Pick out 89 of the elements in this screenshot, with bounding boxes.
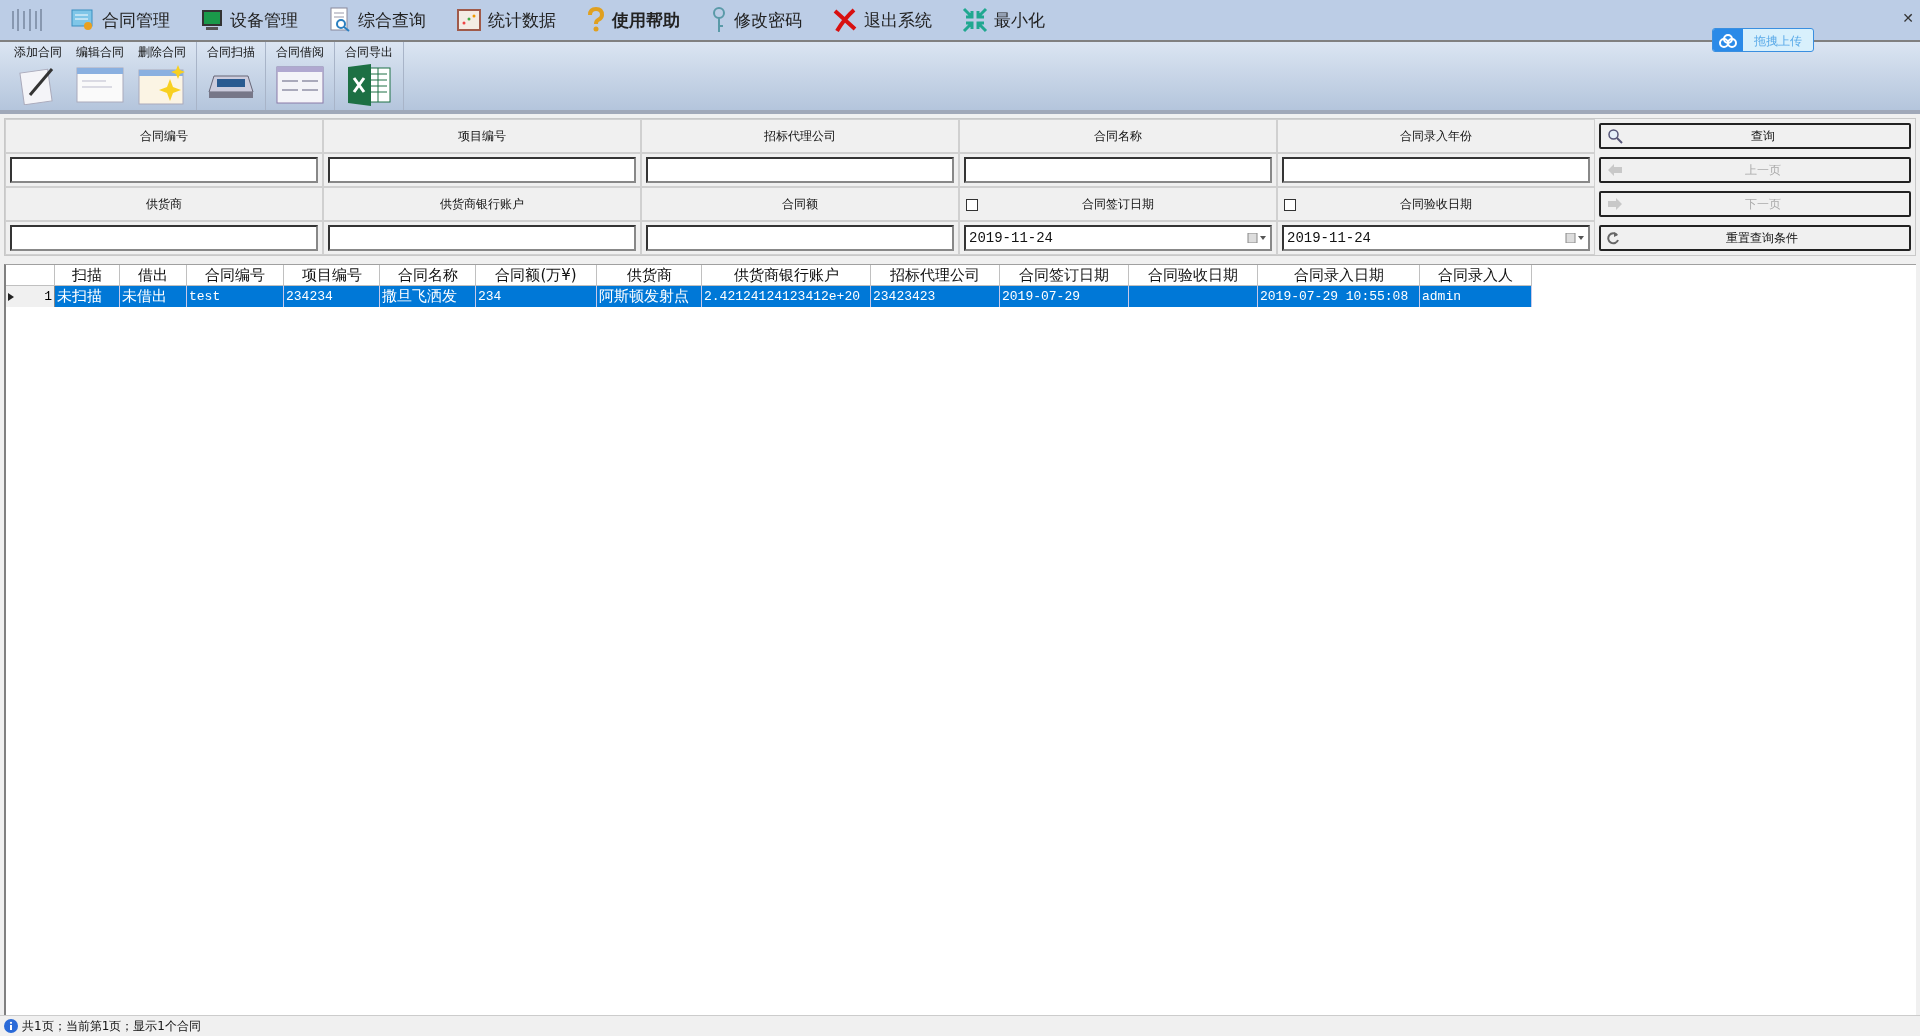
column-header: 合同额(万¥): [475, 265, 597, 286]
toolbar-button[interactable]: 添加合同: [7, 42, 69, 110]
status-text: 共1页；当前第1页；显示1个合同: [22, 1017, 201, 1035]
field-label: 供货商: [146, 195, 182, 213]
column-header: 招标代理公司: [870, 265, 1000, 286]
input-field[interactable]: [328, 157, 636, 183]
search-icon: [1607, 128, 1623, 144]
table-cell: 阿斯顿发射点: [599, 287, 689, 305]
list-window-icon: [276, 66, 324, 104]
table-cell: 23423423: [873, 289, 936, 304]
right-arrow-icon: [1607, 197, 1623, 211]
field-label: 合同编号: [140, 127, 188, 145]
field-label: 合同录入年份: [1400, 127, 1472, 145]
toolbar-button[interactable]: 合同借阅: [269, 42, 331, 110]
calendar-dropdown-icon: [1247, 233, 1267, 243]
menu-item[interactable]: 合同管理: [66, 7, 174, 33]
row-number: 1: [44, 289, 52, 304]
minimize-icon: [962, 7, 988, 33]
input-field[interactable]: [964, 157, 1272, 183]
window-sparkle-icon: [138, 65, 186, 105]
logo-icon: [10, 7, 44, 33]
menu-item[interactable]: 设备管理: [196, 8, 302, 32]
table-cell: 234: [478, 289, 502, 304]
input-field[interactable]: [328, 225, 636, 251]
column-header: 项目编号: [283, 265, 380, 286]
key-icon: [710, 6, 728, 34]
menu-item[interactable]: 退出系统: [828, 7, 936, 33]
reset-button[interactable]: 重置查询条件: [1599, 225, 1911, 251]
input-field[interactable]: [10, 225, 318, 251]
column-header: 合同验收日期: [1128, 265, 1258, 286]
checkbox[interactable]: [966, 199, 978, 211]
toolbar-button[interactable]: 删除合同: [131, 42, 193, 110]
column-header: 供货商银行账户: [701, 265, 871, 286]
table-cell: 2.42124124123412e+20: [704, 289, 861, 304]
input-field[interactable]: [1282, 157, 1590, 183]
column-header: 供货商: [596, 265, 702, 286]
table-cell: 2019-07-29: [1002, 289, 1080, 304]
input-field[interactable]: [10, 157, 318, 183]
cross-icon: [832, 7, 858, 33]
table-cell: 2019-07-29 10:55:08: [1260, 289, 1409, 304]
column-header: 借出: [119, 265, 187, 286]
field-label: 合同名称: [1094, 127, 1142, 145]
column-header: 合同编号: [186, 265, 284, 286]
table-cell: 未扫描: [57, 287, 102, 305]
document-search-icon: [328, 7, 352, 33]
chart-board-icon: [456, 7, 482, 33]
left-arrow-icon: [1607, 163, 1623, 177]
input-field[interactable]: [646, 157, 954, 183]
search-button[interactable]: 查询: [1599, 123, 1911, 149]
table-row[interactable]: 1 未扫描 未借出 test 234234 撒旦飞洒发 234 阿斯顿发射点 2.42124124123412e+20 23423423 2019-07-29 2019-07-29 10:55:08 admin: [6, 285, 1532, 307]
menu-item[interactable]: 综合查询: [324, 7, 430, 33]
field-label: 招标代理公司: [764, 127, 836, 145]
table-cell: test: [189, 289, 221, 304]
checkbox[interactable]: [1284, 199, 1296, 211]
toolbar-button[interactable]: 编辑合同: [69, 42, 131, 110]
date-picker[interactable]: 2019-11-24: [964, 225, 1272, 251]
monitor-icon: [200, 8, 224, 32]
row-pointer-icon: [8, 292, 14, 301]
table-cell: 撒旦飞洒发: [382, 287, 457, 305]
field-label: 合同额: [782, 195, 818, 213]
close-button[interactable]: ✕: [1902, 10, 1914, 26]
menu-item[interactable]: 统计数据: [452, 7, 560, 33]
menu-item[interactable]: 最小化: [958, 7, 1049, 33]
spreadsheet-icon: [347, 64, 391, 106]
refresh-icon: [1607, 231, 1621, 245]
date-picker[interactable]: 2019-11-24: [1282, 225, 1590, 251]
toolbar-button[interactable]: 合同扫描: [200, 42, 262, 110]
column-header: 合同录入日期: [1257, 265, 1420, 286]
menu-item[interactable]: 修改密码: [706, 6, 806, 34]
column-header: 扫描: [54, 265, 120, 286]
cloud-icon: [1718, 34, 1738, 48]
window-icon: [76, 67, 124, 103]
question-mark-icon: [586, 7, 606, 33]
column-header: 合同签订日期: [999, 265, 1129, 286]
certificate-icon: [70, 7, 96, 33]
table-cell: admin: [1422, 289, 1461, 304]
toolbar-button[interactable]: 合同导出: [338, 42, 400, 110]
menu-item[interactable]: 使用帮助: [582, 7, 684, 33]
table-cell: 234234: [286, 289, 333, 304]
input-field[interactable]: [646, 225, 954, 251]
column-header: 合同名称: [379, 265, 476, 286]
calendar-dropdown-icon: [1565, 233, 1585, 243]
field-label: 合同签订日期: [1082, 195, 1154, 213]
info-icon: [4, 1019, 18, 1033]
field-label: 项目编号: [458, 127, 506, 145]
table-cell: 未借出: [122, 287, 167, 305]
field-label: 合同验收日期: [1400, 195, 1472, 213]
field-label: 供货商银行账户: [440, 195, 524, 213]
column-header: 合同录入人: [1419, 265, 1532, 286]
